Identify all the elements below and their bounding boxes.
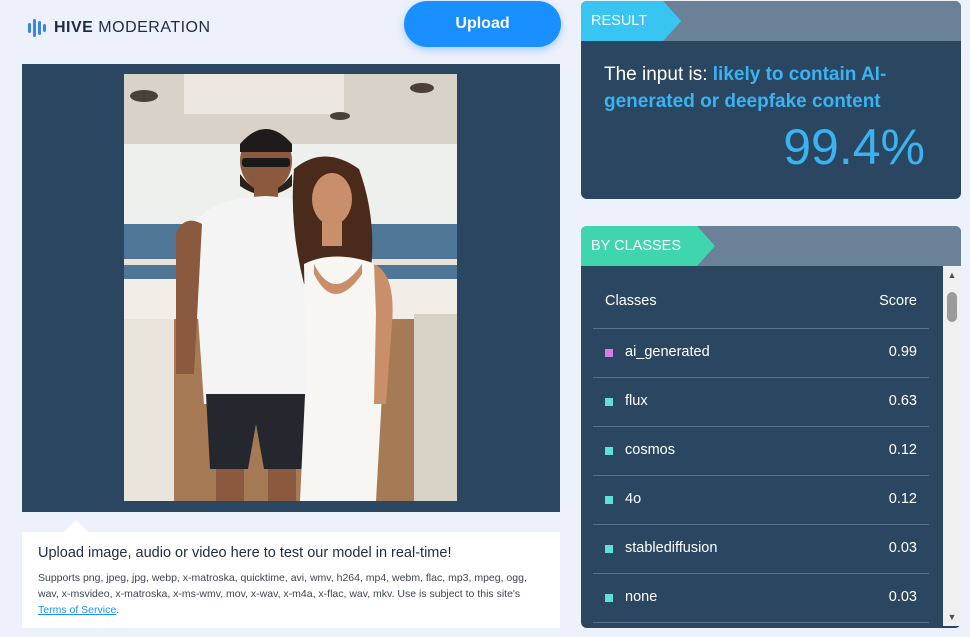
class-row-none: none 0.03 xyxy=(593,574,929,623)
brand-name: HIVE MODERATION xyxy=(54,19,211,37)
class-color-swatch xyxy=(605,398,613,406)
image-preview-panel[interactable] xyxy=(22,64,560,512)
uploaded-image-illustration xyxy=(124,74,457,501)
class-name: flux xyxy=(625,393,648,409)
supported-formats-text: Supports png, jpeg, jpg, webp, x-matrosk… xyxy=(38,572,527,600)
class-color-swatch xyxy=(605,349,613,357)
upload-note-title: Upload image, audio or video here to tes… xyxy=(38,545,452,561)
class-row-4o: 4o 0.12 xyxy=(593,476,929,525)
scroll-up-arrow-icon[interactable]: ▲ xyxy=(943,268,961,282)
class-row-flux: flux 0.63 xyxy=(593,378,929,427)
class-name: ai_generated xyxy=(625,344,710,360)
score-column-header: Score xyxy=(879,293,917,309)
classes-card-header: BY CLASSES xyxy=(581,226,961,266)
class-color-swatch xyxy=(605,447,613,455)
classes-scrollbar[interactable]: ▲ ▼ xyxy=(943,266,961,626)
brand-light: MODERATION xyxy=(98,19,211,36)
class-color-swatch xyxy=(605,594,613,602)
classes-table-header: Classes Score xyxy=(593,288,929,329)
class-score: 0.63 xyxy=(888,393,917,409)
tos-end: . xyxy=(116,604,120,616)
result-tag: RESULT xyxy=(581,1,681,41)
upload-info-box: Upload image, audio or video here to tes… xyxy=(22,532,560,628)
classes-column-header: Classes xyxy=(605,293,657,309)
uploaded-image xyxy=(124,74,457,501)
scrollbar-thumb[interactable] xyxy=(947,292,957,322)
result-card: RESULT The input is: likely to contain A… xyxy=(581,1,961,199)
class-score: 0.03 xyxy=(888,589,917,605)
classes-tag: BY CLASSES xyxy=(581,226,715,266)
class-score: 0.99 xyxy=(888,344,917,360)
terms-of-service-link[interactable]: Terms of Service xyxy=(38,604,116,616)
brand-bold: HIVE xyxy=(54,19,94,36)
hive-logo[interactable]: HIVE MODERATION xyxy=(28,18,211,38)
class-row-ai-generated: ai_generated 0.99 xyxy=(593,329,929,378)
result-prefix: The input is: xyxy=(604,64,708,85)
class-score: 0.03 xyxy=(888,540,917,556)
result-card-header: RESULT xyxy=(581,1,961,41)
class-score: 0.12 xyxy=(888,442,917,458)
class-row-cosmos: cosmos 0.12 xyxy=(593,427,929,476)
hive-logo-icon xyxy=(28,18,46,38)
upload-note-pointer xyxy=(64,520,88,532)
class-score: 0.12 xyxy=(888,491,917,507)
class-color-swatch xyxy=(605,545,613,553)
result-verdict: The input is: likely to contain AI-gener… xyxy=(604,61,934,115)
class-name: stablediffusion xyxy=(625,540,718,556)
classes-card: BY CLASSES Classes Score ai_generated 0.… xyxy=(581,226,961,628)
class-row-stablediffusion: stablediffusion 0.03 xyxy=(593,525,929,574)
result-confidence: 99.4% xyxy=(783,119,925,175)
class-name: none xyxy=(625,589,658,605)
class-name: cosmos xyxy=(625,442,675,458)
scroll-down-arrow-icon[interactable]: ▼ xyxy=(943,610,961,624)
upload-note-supported-formats: Supports png, jpeg, jpg, webp, x-matrosk… xyxy=(38,570,538,618)
class-name: 4o xyxy=(625,491,642,507)
upload-button[interactable]: Upload xyxy=(404,1,561,47)
class-color-swatch xyxy=(605,496,613,504)
